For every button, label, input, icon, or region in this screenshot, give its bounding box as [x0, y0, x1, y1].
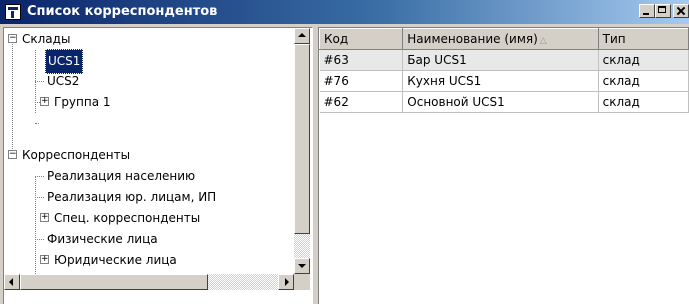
scroll-right-button[interactable] — [278, 274, 294, 290]
table-row[interactable]: #63 Бар UCS1 склад — [319, 49, 689, 71]
arrow-right-icon — [285, 278, 289, 286]
cell-code: #63 — [319, 49, 404, 71]
tree-connector — [35, 176, 36, 274]
cell-name: Кухня UCS1 — [402, 70, 599, 92]
tree-node-label: Физические лица — [47, 232, 158, 246]
cell-name: Основной UCS1 — [402, 91, 599, 113]
tree-view[interactable]: − Склады UCS1 UCS2 + Группа 1 − Корреспо… — [4, 28, 294, 274]
column-header-name-label: Наименование (имя) — [407, 32, 538, 46]
correspondents-grid: Код Наименование (имя) △ Тип #63 Бар UCS1… — [318, 27, 689, 304]
title-bar: Список корреспондентов — [0, 0, 689, 24]
column-header-name[interactable]: Наименование (имя) △ — [402, 28, 599, 50]
scroll-up-button[interactable] — [294, 28, 310, 44]
maximize-button[interactable] — [655, 4, 671, 18]
sort-ascending-icon: △ — [539, 36, 547, 46]
tree-connector — [35, 239, 44, 240]
tree-node-label: Юридические лица — [54, 253, 177, 267]
tree-connector — [35, 81, 44, 82]
expand-icon[interactable]: + — [40, 255, 49, 264]
tree-vertical-scrollbar[interactable] — [294, 28, 310, 274]
cell-code: #76 — [319, 70, 404, 92]
vertical-scroll-thumb[interactable] — [294, 44, 310, 234]
tree-node-label: Спец. корреспонденты — [54, 211, 201, 225]
column-header-type[interactable]: Тип — [597, 28, 689, 50]
close-button[interactable] — [673, 4, 689, 18]
column-header-code[interactable]: Код — [319, 28, 404, 50]
window-title: Список корреспондентов — [27, 4, 218, 19]
scrollbar-corner — [294, 274, 310, 290]
expand-icon[interactable]: + — [40, 213, 49, 222]
arrow-down-icon — [298, 264, 306, 268]
tree-node-label: Реализация населению — [47, 169, 196, 183]
tree-horizontal-scrollbar[interactable] — [4, 274, 294, 290]
tree-panel: − Склады UCS1 UCS2 + Группа 1 − Корреспо… — [3, 27, 313, 304]
cell-name: Бар UCS1 — [402, 49, 599, 71]
horizontal-scroll-thumb[interactable] — [20, 274, 208, 290]
tree-node-label: Группа 1 — [54, 95, 111, 109]
expand-icon[interactable]: + — [40, 97, 49, 106]
collapse-icon[interactable]: − — [8, 34, 17, 43]
tree-connector — [35, 123, 39, 124]
tree-connector — [35, 197, 44, 198]
cell-type: склад — [598, 91, 689, 113]
collapse-icon[interactable]: − — [8, 150, 17, 159]
tree-connector — [35, 176, 44, 177]
cell-type: склад — [598, 70, 689, 92]
arrow-up-icon — [298, 33, 306, 37]
table-row[interactable]: #62 Основной UCS1 склад — [319, 91, 689, 113]
tree-node-label: Реализация юр. лицам, ИП — [47, 190, 217, 204]
tree-node-label: Корреспонденты — [22, 148, 131, 162]
table-row[interactable]: #76 Кухня UCS1 склад — [319, 70, 689, 92]
tree-connector — [12, 38, 13, 155]
cell-code: #62 — [319, 91, 404, 113]
tree-node-label: Склады — [22, 32, 71, 46]
scroll-left-button[interactable] — [4, 274, 20, 290]
minimize-button[interactable] — [639, 4, 655, 18]
arrow-left-icon — [9, 278, 13, 286]
tree-node-label: UCS2 — [47, 74, 80, 88]
cell-type: склад — [598, 49, 689, 71]
app-icon — [5, 4, 21, 20]
scroll-down-button[interactable] — [294, 258, 310, 274]
